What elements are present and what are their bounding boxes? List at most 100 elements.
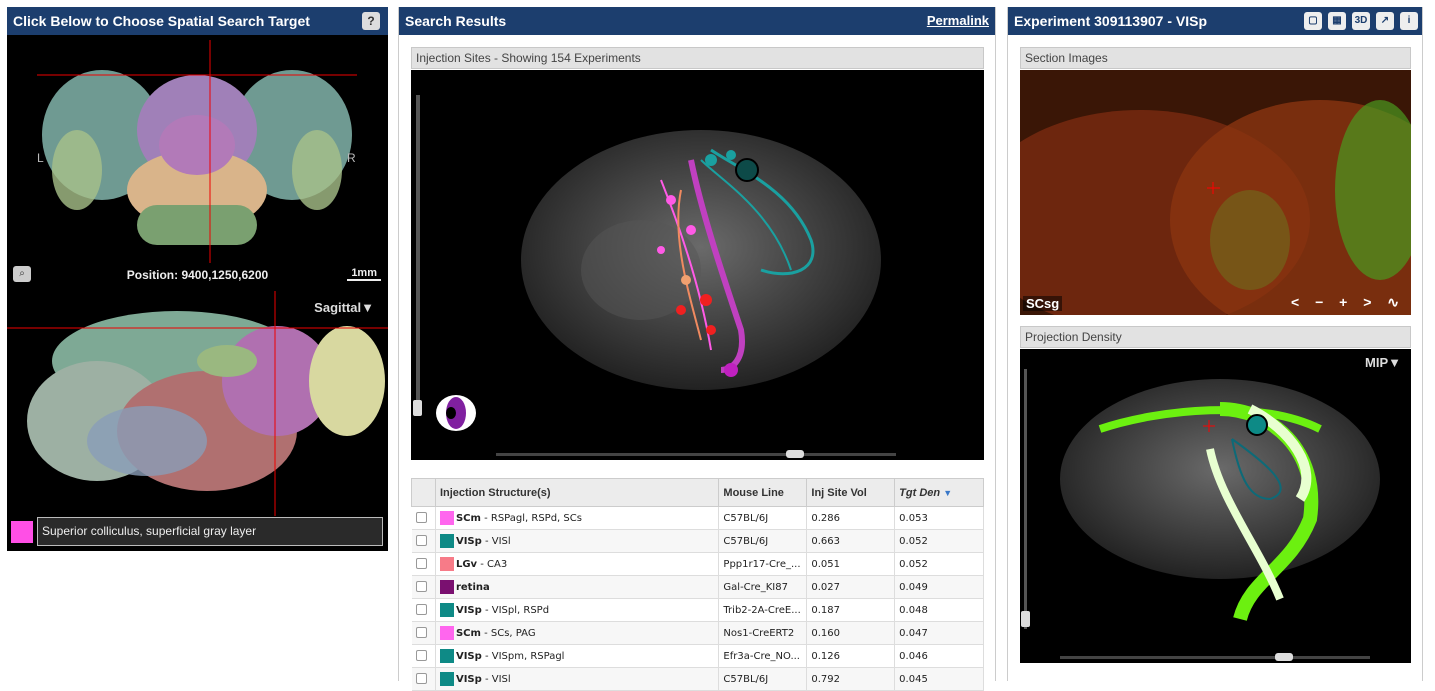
row-checkbox[interactable] <box>415 673 427 685</box>
secondary-structures: - RSPagl, RSPd, SCs <box>480 513 582 524</box>
table-row[interactable]: SCm - SCs, PAG Nos1-CreERT2 0.160 0.047 <box>411 621 984 645</box>
sort-desc-icon: ▼ <box>943 487 953 498</box>
secondary-structures: - VISpl, RSPd <box>481 605 550 616</box>
projection-density-header: Projection Density <box>1020 326 1411 348</box>
row-checkbox[interactable] <box>415 581 427 593</box>
injection-structure-cell: retina <box>435 575 720 599</box>
scale-bar: 1mm <box>347 267 381 281</box>
mouse-line-cell: Ppp1r17-Cre_... <box>718 552 808 576</box>
tgt-den-label: Tgt Den <box>899 486 941 499</box>
structure-search-field[interactable]: Superior colliculus, superficial gray la… <box>37 517 383 546</box>
projection-density-image <box>1021 369 1380 661</box>
table-row[interactable]: LGv - CA3 Ppp1r17-Cre_... 0.051 0.052 <box>411 552 984 576</box>
tgt-den-cell: 0.053 <box>894 506 984 530</box>
injection-structure-cell: SCm - RSPagl, RSPd, SCs <box>435 506 720 530</box>
inj-site-vol-cell: 0.126 <box>806 644 896 668</box>
mouse-line-cell: C57BL/6J <box>718 529 808 553</box>
injection-structure-cell: VISp - VISpm, RSPagl <box>435 644 720 668</box>
structure-color-swatch <box>439 672 454 686</box>
inj-site-vol-cell: 0.187 <box>806 598 896 622</box>
table-row[interactable]: retina Gal-Cre_KI87 0.027 0.049 <box>411 575 984 599</box>
injection-sites-3d-viewer[interactable] <box>411 70 984 460</box>
column-injection-structure[interactable]: Injection Structure(s) <box>434 478 720 507</box>
experiment-title: Experiment 309113907 - VISp <box>1014 13 1207 29</box>
sagittal-brain-view[interactable] <box>7 291 388 516</box>
position-readout: Position: 9400,1250,6200 <box>126 268 269 282</box>
panel-title: Search Results Permalink <box>399 7 995 35</box>
inj-site-vol-cell: 0.792 <box>806 667 896 691</box>
help-button[interactable]: ? <box>362 12 380 30</box>
mouse-line-cell: Gal-Cre_KI87 <box>718 575 808 599</box>
primary-structure: SCm <box>455 628 481 639</box>
inj-site-vol-cell: 0.160 <box>806 621 896 645</box>
column-tgt-den[interactable]: Tgt Den ▼ <box>894 478 984 507</box>
section-nav-controls[interactable]: < − + > ∿ <box>1291 294 1405 311</box>
mouse-line-cell: Nos1-CreERT2 <box>718 621 808 645</box>
mouse-line-cell: Efr3a-Cre_NO... <box>718 644 808 668</box>
select-column-header <box>411 478 436 507</box>
row-checkbox[interactable] <box>415 604 427 616</box>
structure-color-swatch <box>439 626 454 640</box>
primary-structure: retina <box>455 582 490 593</box>
search-results-panel: Search Results Permalink Injection Sites… <box>398 7 996 691</box>
info-icon[interactable]: i <box>1400 12 1418 30</box>
panel-title: Click Below to Choose Spatial Search Tar… <box>7 7 388 35</box>
injection-sites-header: Injection Sites - Showing 154 Experiment… <box>411 47 984 69</box>
search-results-title: Search Results <box>405 13 507 29</box>
row-select-cell <box>411 552 436 576</box>
row-select-cell <box>411 621 436 645</box>
primary-structure: VISp <box>455 674 482 685</box>
section-images-header: Section Images <box>1020 47 1411 69</box>
projection-density-viewer[interactable]: MIP▼ <box>1020 349 1411 663</box>
row-checkbox[interactable] <box>415 512 427 524</box>
mouse-line-cell: C57BL/6J <box>718 667 808 691</box>
3d-icon[interactable]: 3D <box>1352 12 1370 30</box>
injection-structure-cell: VISp - VISl <box>435 667 720 691</box>
results-table: Injection Structure(s) Mouse Line Inj Si… <box>411 478 984 691</box>
spatial-search-panel: Click Below to Choose Spatial Search Tar… <box>7 7 388 551</box>
row-select-cell <box>411 529 436 553</box>
section-structure-label: SCsg <box>1023 296 1063 311</box>
section-image-viewer[interactable]: SCsg < − + > ∿ <box>1020 70 1411 315</box>
structure-color-swatch <box>439 580 454 594</box>
tgt-den-cell: 0.052 <box>894 529 984 553</box>
coronal-brain-view[interactable]: L R <box>7 35 388 287</box>
row-checkbox[interactable] <box>415 535 427 547</box>
mouse-line-cell: Trib2-2A-CreE... <box>718 598 808 622</box>
structure-color-swatch <box>439 603 454 617</box>
row-checkbox[interactable] <box>415 558 427 570</box>
injection-structure-cell: SCm - SCs, PAG <box>435 621 720 645</box>
primary-structure: VISp <box>455 605 482 616</box>
spatial-search-title: Click Below to Choose Spatial Search Tar… <box>13 13 310 29</box>
mip-dropdown[interactable]: MIP▼ <box>1365 355 1401 370</box>
layout-single-icon[interactable]: ▢ <box>1304 12 1322 30</box>
primary-structure: SCm <box>455 513 481 524</box>
layout-grid-icon[interactable]: ▦ <box>1328 12 1346 30</box>
secondary-structures: - VISl <box>481 674 511 685</box>
column-mouse-line[interactable]: Mouse Line <box>718 478 808 507</box>
column-inj-site-vol[interactable]: Inj Site Vol <box>806 478 896 507</box>
row-select-cell <box>411 506 436 530</box>
export-icon[interactable]: ↗ <box>1376 12 1394 30</box>
primary-structure: LGv <box>455 559 478 570</box>
row-select-cell <box>411 575 436 599</box>
row-checkbox[interactable] <box>415 627 427 639</box>
table-row[interactable]: VISp - VISl C57BL/6J 0.663 0.052 <box>411 529 984 553</box>
injection-structure-cell: VISp - VISl <box>435 529 720 553</box>
table-row[interactable]: VISp - VISpl, RSPd Trib2-2A-CreE... 0.187 0… <box>411 598 984 622</box>
right-marker: R <box>347 151 356 165</box>
tgt-den-cell: 0.048 <box>894 598 984 622</box>
table-row[interactable]: VISp - VISl C57BL/6J 0.792 0.045 <box>411 667 984 691</box>
panel-title: Experiment 309113907 - VISp ▢ ▦ 3D ↗ i <box>1008 7 1422 35</box>
table-row[interactable]: VISp - VISpm, RSPagl Efr3a-Cre_NO... 0.126… <box>411 644 984 668</box>
permalink-link[interactable]: Permalink <box>927 7 989 35</box>
inj-site-vol-cell: 0.051 <box>806 552 896 576</box>
table-row[interactable]: SCm - RSPagl, RSPd, SCs C57BL/6J 0.286 0.05… <box>411 506 984 530</box>
secondary-structures: - CA3 <box>477 559 508 570</box>
experiment-panel: Experiment 309113907 - VISp ▢ ▦ 3D ↗ i Secti… <box>1007 7 1423 681</box>
row-checkbox[interactable] <box>415 650 427 662</box>
injection-structure-cell: VISp - VISpl, RSPd <box>435 598 720 622</box>
row-select-cell <box>411 598 436 622</box>
tgt-den-cell: 0.052 <box>894 552 984 576</box>
tgt-den-cell: 0.047 <box>894 621 984 645</box>
